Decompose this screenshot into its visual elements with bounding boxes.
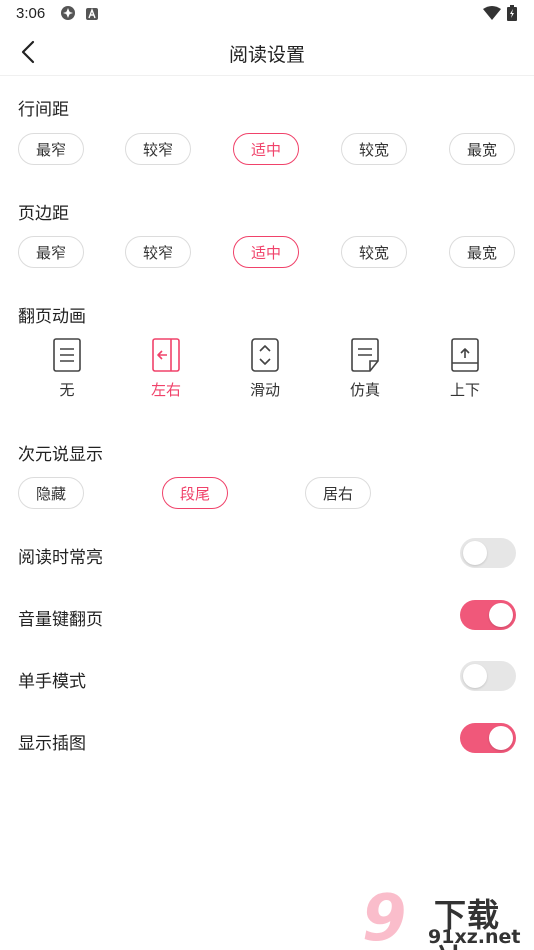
toggle-knob	[489, 726, 513, 750]
ciyuan-display-title: 次元说显示	[18, 445, 103, 464]
volume-key-page-turn-label: 音量键翻页	[18, 610, 103, 629]
page-animation-label: 上下	[449, 382, 480, 399]
ciyuan-option-right[interactable]: 居右	[305, 477, 371, 509]
toggle-knob	[463, 541, 487, 565]
line-spacing-option-wide[interactable]: 较宽	[341, 133, 407, 165]
page-lines-icon	[53, 338, 81, 372]
line-spacing-option-medium[interactable]: 适中	[233, 133, 299, 165]
keep-screen-on-toggle[interactable]	[460, 538, 516, 568]
line-spacing-option-widest[interactable]: 最宽	[449, 133, 515, 165]
status-time: 3:06	[16, 5, 46, 22]
page-margin-option-widest[interactable]: 最宽	[449, 236, 515, 268]
wifi-icon	[483, 6, 501, 25]
watermark-number: 9	[362, 882, 407, 950]
ciyuan-option-hide[interactable]: 隐藏	[18, 477, 84, 509]
page-animation-label: 滑动	[249, 382, 280, 399]
watermark-site: 91xz.net	[428, 926, 521, 948]
page-left-arrow-icon	[152, 338, 180, 372]
battery-icon	[507, 5, 517, 26]
page-curl-icon	[351, 338, 379, 372]
page-animation-label: 左右	[150, 382, 181, 399]
one-hand-mode-toggle[interactable]	[460, 661, 516, 691]
line-spacing-option-narrowest[interactable]: 最窄	[18, 133, 84, 165]
line-spacing-title: 行间距	[18, 100, 69, 119]
header: 阅读设置	[0, 28, 534, 76]
page-up-arrow-icon	[451, 338, 479, 372]
page-animation-title: 翻页动画	[18, 307, 86, 326]
toggle-knob	[489, 603, 513, 627]
page-animation-option-slide[interactable]: 滑动	[230, 337, 300, 401]
page-margin-option-medium[interactable]: 适中	[233, 236, 299, 268]
keep-screen-on-label: 阅读时常亮	[18, 548, 103, 567]
app-notification-icon	[60, 5, 76, 26]
ciyuan-option-paragraph-end[interactable]: 段尾	[162, 477, 228, 509]
status-bar: 3:06	[0, 0, 534, 28]
volume-key-page-turn-toggle[interactable]	[460, 600, 516, 630]
toggle-knob	[463, 664, 487, 688]
page-margin-option-wide[interactable]: 较宽	[341, 236, 407, 268]
site-watermark: 9 下载站 91xz.net	[362, 882, 532, 950]
page-animation-option-none[interactable]: 无	[32, 337, 102, 401]
page-margin-option-narrow[interactable]: 较窄	[125, 236, 191, 268]
page-title: 阅读设置	[228, 45, 305, 66]
show-illustrations-label: 显示插图	[18, 734, 86, 753]
page-animation-label: 仿真	[349, 382, 380, 399]
page-margin-option-narrowest[interactable]: 最窄	[18, 236, 84, 268]
line-spacing-option-narrow[interactable]: 较窄	[125, 133, 191, 165]
one-hand-mode-label: 单手模式	[18, 672, 86, 691]
page-margin-title: 页边距	[18, 204, 69, 223]
page-up-down-chevron-icon	[251, 338, 279, 372]
show-illustrations-toggle[interactable]	[460, 723, 516, 753]
page-animation-label: 无	[59, 382, 75, 399]
a-notification-icon	[86, 7, 98, 25]
page-animation-option-up-down[interactable]: 上下	[430, 337, 500, 401]
page-animation-option-simulation[interactable]: 仿真	[330, 337, 400, 401]
page-animation-option-left-right[interactable]: 左右	[131, 337, 201, 401]
